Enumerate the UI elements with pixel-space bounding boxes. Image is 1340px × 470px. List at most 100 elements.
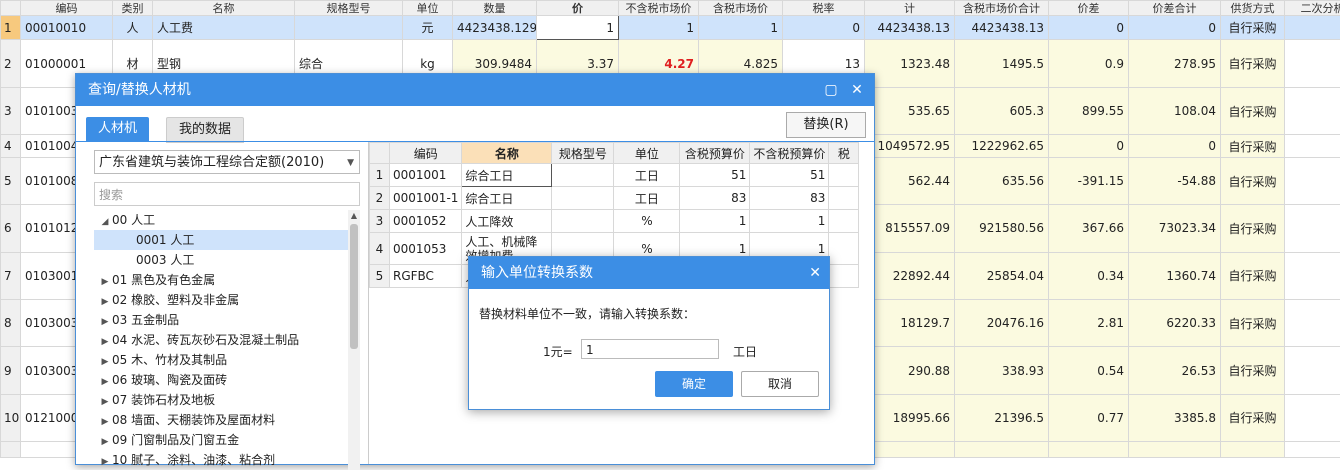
row-number[interactable]: 10: [1, 394, 21, 441]
grid-cell[interactable]: 自行采购: [1221, 15, 1285, 40]
row-number[interactable]: [1, 442, 21, 458]
list-header-cell[interactable]: 编码: [390, 143, 462, 164]
grid-header-cell[interactable]: 计: [865, 1, 955, 16]
conversion-factor-input[interactable]: 1: [581, 339, 719, 359]
grid-cell[interactable]: 4423438.13: [865, 15, 955, 40]
grid-cell[interactable]: [1285, 40, 1340, 87]
grid-cell[interactable]: 4423438.13: [955, 15, 1049, 40]
grid-cell[interactable]: [1285, 299, 1340, 346]
grid-cell[interactable]: 290.88: [865, 347, 955, 394]
tree-node[interactable]: ▶05 木、竹材及其制品: [94, 350, 360, 370]
chevron-down-icon[interactable]: ▼: [347, 151, 354, 175]
expand-arrow-icon[interactable]: ▶: [98, 332, 112, 352]
row-number[interactable]: 7: [1, 252, 21, 299]
grid-cell[interactable]: [865, 442, 955, 458]
grid-cell[interactable]: 1323.48: [865, 40, 955, 87]
list-cell[interactable]: 0001053: [390, 233, 462, 265]
grid-cell[interactable]: 0.77: [1049, 394, 1129, 441]
grid-cell[interactable]: 1360.74: [1129, 252, 1221, 299]
grid-cell[interactable]: 635.56: [955, 157, 1049, 204]
grid-cell[interactable]: 自行采购: [1221, 347, 1285, 394]
grid-cell[interactable]: 0.34: [1049, 252, 1129, 299]
grid-cell[interactable]: [1049, 442, 1129, 458]
grid-cell[interactable]: [1285, 394, 1340, 441]
list-cell[interactable]: [829, 210, 859, 233]
grid-cell[interactable]: [955, 442, 1049, 458]
list-header-cell[interactable]: [370, 143, 390, 164]
list-header-cell[interactable]: 单位: [614, 143, 680, 164]
list-cell[interactable]: 0001001: [390, 164, 462, 187]
grid-cell[interactable]: 自行采购: [1221, 299, 1285, 346]
grid-cell[interactable]: [295, 15, 403, 40]
list-header-cell[interactable]: 含税预算价: [680, 143, 750, 164]
tree-node[interactable]: ▶04 水泥、砖瓦灰砂石及混凝土制品: [94, 330, 360, 350]
tree-node[interactable]: ▶09 门窗制品及门窗五金: [94, 430, 360, 450]
grid-header-cell[interactable]: 二次分析: [1285, 1, 1340, 16]
grid-cell[interactable]: [1285, 15, 1340, 40]
grid-cell[interactable]: 4423438.129: [453, 15, 537, 40]
tree-node[interactable]: ▶03 五金制品: [94, 310, 360, 330]
list-cell[interactable]: 综合工日: [462, 164, 552, 187]
close-icon[interactable]: ✕: [809, 257, 821, 289]
list-item[interactable]: 20001001-1综合工日工日8383: [370, 187, 859, 210]
tree-node[interactable]: ▶07 装饰石材及地板: [94, 390, 360, 410]
grid-cell[interactable]: 人工费: [153, 15, 295, 40]
expand-arrow-icon[interactable]: ◢: [98, 212, 112, 232]
grid-cell[interactable]: 367.66: [1049, 205, 1129, 252]
list-cell[interactable]: 1: [750, 210, 829, 233]
grid-cell[interactable]: -391.15: [1049, 157, 1129, 204]
table-row[interactable]: 100010010人人工费元4423438.12911104423438.134…: [1, 15, 1340, 40]
row-number[interactable]: 2: [370, 187, 390, 210]
list-cell[interactable]: 工日: [614, 164, 680, 187]
grid-cell[interactable]: 自行采购: [1221, 252, 1285, 299]
expand-arrow-icon[interactable]: ▶: [98, 312, 112, 332]
grid-header-cell[interactable]: 价差合计: [1129, 1, 1221, 16]
grid-cell[interactable]: 21396.5: [955, 394, 1049, 441]
list-cell[interactable]: [552, 210, 614, 233]
grid-cell[interactable]: 自行采购: [1221, 135, 1285, 158]
list-item[interactable]: 10001001综合工日工日5151: [370, 164, 859, 187]
tree-node[interactable]: 0001 人工: [94, 230, 360, 250]
grid-header-cell[interactable]: 类别: [113, 1, 153, 16]
grid-cell[interactable]: 535.65: [865, 87, 955, 134]
list-cell[interactable]: 工日: [614, 187, 680, 210]
grid-cell[interactable]: 0: [1129, 15, 1221, 40]
grid-cell[interactable]: 自行采购: [1221, 87, 1285, 134]
list-cell[interactable]: [552, 187, 614, 210]
list-cell[interactable]: 51: [750, 164, 829, 187]
tree-node[interactable]: ▶01 黑色及有色金属: [94, 270, 360, 290]
list-header-cell[interactable]: 名称: [462, 143, 552, 164]
grid-cell[interactable]: [1285, 205, 1340, 252]
row-number[interactable]: 2: [1, 40, 21, 87]
expand-arrow-icon[interactable]: ▶: [98, 352, 112, 372]
row-number[interactable]: 1: [370, 164, 390, 187]
row-number[interactable]: 5: [1, 157, 21, 204]
unit-conversion-titlebar[interactable]: 输入单位转换系数 ✕: [469, 257, 829, 289]
grid-cell[interactable]: [1285, 252, 1340, 299]
grid-cell[interactable]: 1495.5: [955, 40, 1049, 87]
grid-cell[interactable]: [1285, 347, 1340, 394]
row-number[interactable]: 1: [1, 15, 21, 40]
grid-cell[interactable]: 0: [783, 15, 865, 40]
list-cell[interactable]: 综合工日: [462, 187, 552, 210]
expand-arrow-icon[interactable]: ▶: [98, 392, 112, 412]
list-header-cell[interactable]: 税: [829, 143, 859, 164]
expand-arrow-icon[interactable]: ▶: [98, 452, 112, 470]
grid-cell[interactable]: 1: [537, 15, 619, 40]
grid-cell[interactable]: 1222962.65: [955, 135, 1049, 158]
tab-my-data[interactable]: 我的数据: [166, 117, 244, 143]
grid-cell[interactable]: 元: [403, 15, 453, 40]
tree-node[interactable]: ▶08 墙面、天棚装饰及屋面材料: [94, 410, 360, 430]
grid-cell[interactable]: 73023.34: [1129, 205, 1221, 252]
list-cell[interactable]: 1: [680, 210, 750, 233]
list-header-cell[interactable]: 不含税预算价: [750, 143, 829, 164]
grid-cell[interactable]: 26.53: [1129, 347, 1221, 394]
expand-arrow-icon[interactable]: ▶: [98, 412, 112, 432]
grid-cell[interactable]: -54.88: [1129, 157, 1221, 204]
search-input[interactable]: 搜索: [94, 182, 360, 206]
grid-cell[interactable]: 自行采购: [1221, 394, 1285, 441]
list-cell[interactable]: 83: [680, 187, 750, 210]
tree-node[interactable]: ▶10 腻子、涂料、油漆、粘合剂: [94, 450, 360, 470]
tree-node[interactable]: ▶02 橡胶、塑料及非金属: [94, 290, 360, 310]
scroll-up-icon[interactable]: ▲: [348, 210, 360, 222]
